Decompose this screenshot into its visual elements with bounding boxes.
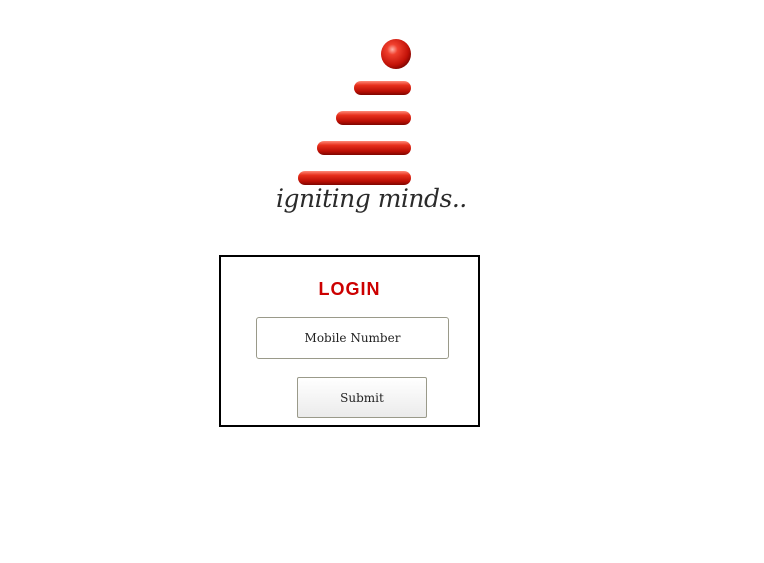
login-form: LOGIN Submit bbox=[219, 255, 480, 427]
logo-bar-1 bbox=[354, 81, 411, 95]
mobile-number-input[interactable] bbox=[256, 317, 449, 359]
logo-tagline: igniting minds.. bbox=[276, 184, 467, 213]
logo-graphic bbox=[298, 39, 411, 185]
logo-bar-3 bbox=[317, 141, 411, 155]
logo-bar-4 bbox=[298, 171, 411, 185]
brand-logo: igniting minds.. bbox=[270, 36, 467, 222]
login-page: igniting minds.. LOGIN Submit bbox=[0, 0, 764, 563]
login-title: LOGIN bbox=[318, 279, 381, 299]
submit-button[interactable]: Submit bbox=[297, 377, 427, 418]
logo-ball bbox=[381, 39, 411, 69]
logo-bar-2 bbox=[336, 111, 411, 125]
